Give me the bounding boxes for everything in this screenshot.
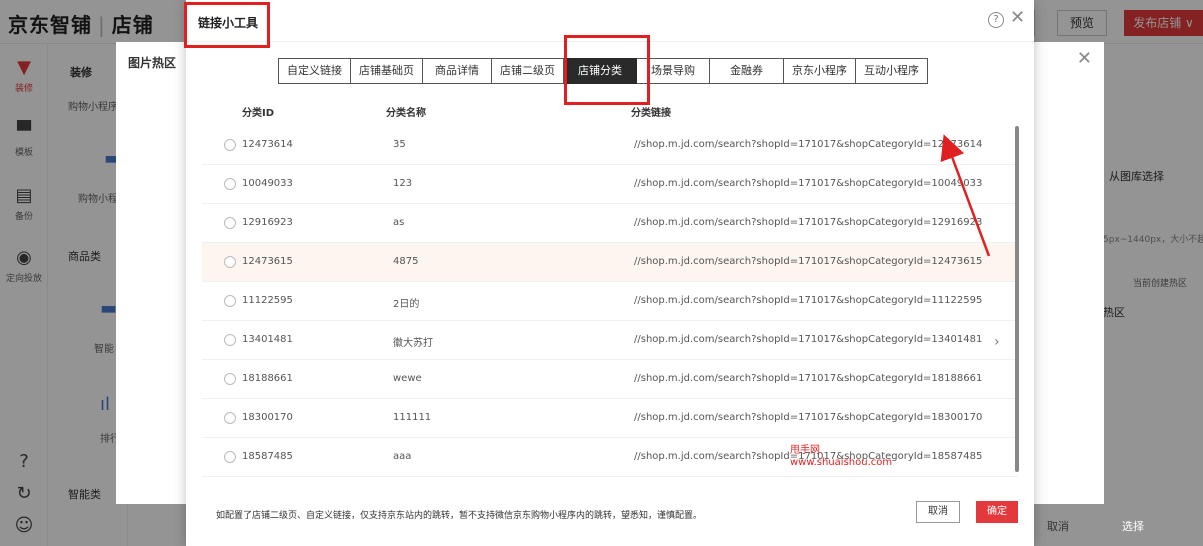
watermark-url: www.shuaishou.com xyxy=(790,457,893,468)
confirm-button[interactable]: 确定 xyxy=(976,501,1018,523)
link-tool-dialog: 链接小工具 ? ✕ 自定义链接 店铺基础页 商品详情 店铺二级页 店铺分类 场景… xyxy=(184,0,1034,546)
close-icon[interactable]: ✕ xyxy=(1077,48,1092,69)
watermark-text: 甩手网 xyxy=(790,445,820,456)
cancel-button[interactable]: 取消 xyxy=(916,501,960,523)
annotation-arrow xyxy=(940,134,991,257)
behind-choose-button[interactable]: 选择 xyxy=(1122,518,1144,534)
footer-note: 如配置了店铺二级页、自定义链接，仅支持京东站内的跳转，暂不支持微信京东购物小程序… xyxy=(216,511,703,521)
dialog-title: 图片热区 xyxy=(128,56,177,70)
behind-cancel-button[interactable]: 取消 xyxy=(1047,518,1069,534)
